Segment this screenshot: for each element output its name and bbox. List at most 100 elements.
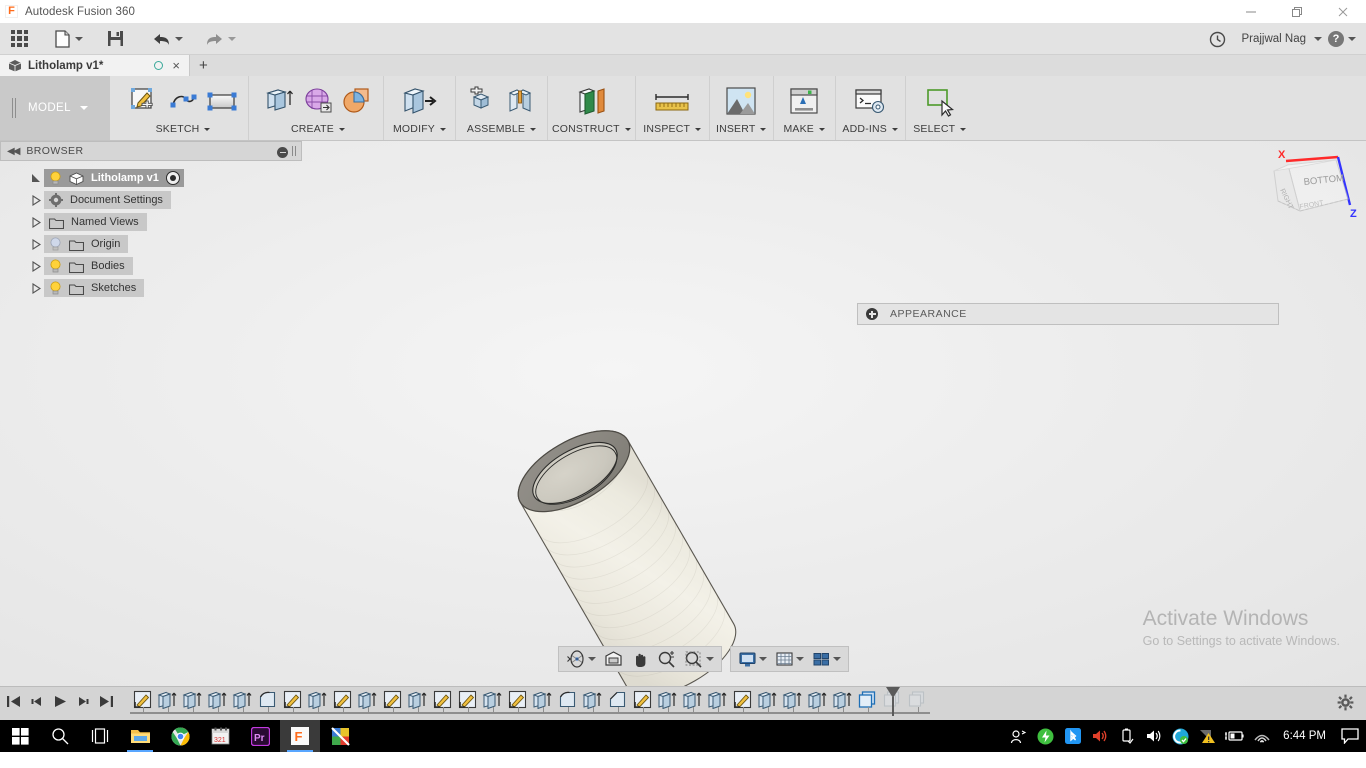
timeline-feature-sketch[interactable] — [130, 687, 155, 721]
ribbon-group-assemble-label[interactable]: ASSEMBLE — [467, 123, 536, 135]
step-back-button[interactable] — [29, 694, 45, 714]
expand-arrow-icon[interactable] — [28, 170, 44, 186]
timeline-feature-extrude[interactable] — [205, 687, 230, 721]
new-component-icon[interactable] — [464, 82, 500, 120]
view-cube[interactable]: X Z BOTTOM RIGHT FRONT — [1264, 143, 1362, 223]
timeline-feature-sketch[interactable] — [280, 687, 305, 721]
step-forward-button[interactable] — [75, 694, 91, 714]
start-button[interactable] — [0, 720, 40, 752]
timeline-feature-sketch[interactable] — [430, 687, 455, 721]
timeline-feature-extrude[interactable] — [405, 687, 430, 721]
bulb-icon-on[interactable] — [49, 281, 62, 295]
timeline-feature-pattern[interactable] — [855, 687, 880, 721]
timeline-feature-extrude[interactable] — [830, 687, 855, 721]
fusion360-button[interactable]: F — [280, 720, 320, 752]
pan-button[interactable] — [628, 647, 652, 671]
undo-button[interactable] — [145, 23, 190, 55]
create-sketch-icon[interactable] — [126, 82, 162, 120]
joint-icon[interactable] — [503, 82, 539, 120]
timeline-feature-extrude[interactable] — [230, 687, 255, 721]
zoom-button[interactable] — [654, 647, 679, 671]
revolve-icon[interactable] — [339, 82, 375, 120]
collapse-arrow-icon[interactable] — [28, 236, 44, 252]
speaker-red-icon[interactable] — [1086, 720, 1113, 752]
help-button[interactable]: ? — [1326, 23, 1360, 55]
insert-image-icon[interactable] — [723, 82, 759, 120]
bluetooth-icon[interactable] — [1059, 720, 1086, 752]
browser-item-bodies[interactable]: Bodies — [0, 255, 302, 277]
timeline-feature-extrude[interactable] — [155, 687, 180, 721]
ribbon-group-inspect-label[interactable]: INSPECT — [643, 123, 701, 135]
timeline-feature-extrude[interactable] — [705, 687, 730, 721]
timeline-feature-ghost[interactable] — [905, 687, 930, 721]
bulb-icon-off[interactable] — [49, 237, 62, 251]
workspace-switcher-button[interactable]: MODEL — [0, 76, 110, 140]
timeline-feature-extrude[interactable] — [530, 687, 555, 721]
search-button[interactable] — [40, 720, 80, 752]
model-litholamp-cylinder[interactable] — [432, 373, 822, 686]
calendar-button[interactable]: 321 — [200, 720, 240, 752]
photos-button[interactable] — [320, 720, 360, 752]
extrude-icon[interactable] — [261, 82, 297, 120]
script-addin-icon[interactable] — [852, 82, 888, 120]
ribbon-group-create-label[interactable]: CREATE — [291, 123, 345, 135]
timeline-feature-sketch[interactable] — [380, 687, 405, 721]
timeline-settings-gear-icon[interactable] — [1337, 694, 1354, 716]
timeline-feature-extrude[interactable] — [755, 687, 780, 721]
app-grid-button[interactable] — [4, 23, 35, 55]
collapse-arrow-icon[interactable] — [28, 192, 44, 208]
timeline-feature-sketch[interactable] — [455, 687, 480, 721]
notification-icon[interactable] — [1334, 720, 1366, 752]
activate-component-radio[interactable] — [166, 171, 180, 185]
ribbon-group-sketch-label[interactable]: SKETCH — [156, 123, 211, 135]
measure-icon[interactable] — [650, 82, 694, 120]
premiere-pro-button[interactable]: Pr — [240, 720, 280, 752]
timeline-feature-extrude[interactable] — [805, 687, 830, 721]
collapse-arrow-icon[interactable] — [28, 214, 44, 230]
browser-item-document-settings[interactable]: Document Settings — [0, 189, 302, 211]
document-tab-litholamp[interactable]: Litholamp v1* × — [0, 55, 190, 76]
press-pull-icon[interactable] — [398, 82, 442, 120]
ribbon-group-insert-label[interactable]: INSERT — [716, 123, 767, 135]
volume-icon[interactable] — [1140, 720, 1167, 752]
timeline-feature-extrude[interactable] — [655, 687, 680, 721]
grid-snaps-button[interactable] — [772, 647, 807, 671]
appearance-panel[interactable]: APPEARANCE — [857, 303, 1279, 325]
browser-item-named-views[interactable]: Named Views — [0, 211, 302, 233]
close-tab-icon[interactable]: × — [169, 61, 183, 71]
timeline-feature-extrude[interactable] — [780, 687, 805, 721]
rectangle-icon[interactable] — [204, 82, 240, 120]
timeline-feature-extrude[interactable] — [305, 687, 330, 721]
offset-plane-icon[interactable] — [573, 82, 609, 120]
timeline-track[interactable] — [130, 687, 930, 721]
form-icon[interactable] — [300, 82, 336, 120]
people-icon[interactable] — [1005, 720, 1032, 752]
collapse-arrow-icon[interactable] — [28, 280, 44, 296]
close-icon[interactable] — [1320, 0, 1366, 23]
browser-item-origin[interactable]: Origin — [0, 233, 302, 255]
timeline-feature-chamfer[interactable] — [605, 687, 630, 721]
go-to-end-button[interactable] — [98, 694, 114, 714]
timeline-feature-extrude[interactable] — [480, 687, 505, 721]
double-left-arrow-icon[interactable]: ◀◀ — [7, 146, 18, 157]
timeline-feature-extrude[interactable] — [180, 687, 205, 721]
timeline-feature-sketch[interactable] — [330, 687, 355, 721]
timeline-feature-sketch[interactable] — [630, 687, 655, 721]
restore-icon[interactable] — [1274, 0, 1320, 23]
bulb-icon-on[interactable] — [49, 259, 62, 273]
select-cursor-icon[interactable] — [922, 82, 958, 120]
file-explorer-button[interactable] — [120, 720, 160, 752]
new-tab-button[interactable]: + — [190, 55, 217, 76]
timeline-feature-sketch[interactable] — [505, 687, 530, 721]
orbit-button[interactable] — [563, 647, 599, 671]
display-settings-button[interactable] — [735, 647, 770, 671]
new-document-button[interactable] — [47, 23, 90, 55]
timeline-feature-extrude[interactable] — [680, 687, 705, 721]
play-button[interactable] — [52, 694, 68, 714]
browser-item-litholamp[interactable]: Litholamp v1 — [0, 167, 302, 189]
browser-panel-header[interactable]: ◀◀ BROWSER — [0, 141, 302, 161]
go-to-beginning-button[interactable] — [6, 694, 22, 714]
fit-button[interactable] — [681, 647, 717, 671]
collapse-arrow-icon[interactable] — [28, 258, 44, 274]
usb-eject-icon[interactable] — [1113, 720, 1140, 752]
